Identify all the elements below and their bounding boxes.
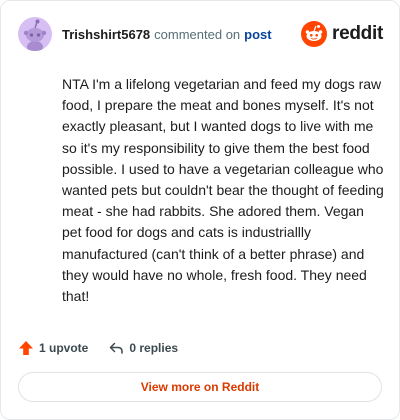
reddit-logo-icon xyxy=(301,21,328,47)
comment-actions: 1 upvote 0 replies xyxy=(18,337,178,359)
view-more-button[interactable]: View more on Reddit xyxy=(18,372,382,402)
reply-arrow-icon xyxy=(110,342,124,354)
comment-header: Trishshirt5678 commented on post reddit xyxy=(18,17,383,51)
snoo-avatar-icon xyxy=(23,19,47,51)
upvote-count: 1 upvote xyxy=(39,341,89,355)
avatar[interactable] xyxy=(18,17,52,51)
replies-button[interactable]: 0 replies xyxy=(108,340,178,356)
post-link[interactable]: post xyxy=(244,27,271,42)
reply-count: 0 replies xyxy=(129,341,179,355)
upvote-button[interactable]: 1 upvote xyxy=(18,340,88,356)
comment-body: NTA I'm a lifelong vegetarian and feed m… xyxy=(62,76,384,305)
brand-wordmark: reddit xyxy=(332,23,383,44)
comment-embed-card: Trishshirt5678 commented on post reddit … xyxy=(0,0,400,420)
commented-on-text: commented on xyxy=(154,26,241,42)
username-link[interactable]: Trishshirt5678 xyxy=(62,27,150,42)
upvote-arrow-icon xyxy=(19,341,33,355)
comment-meta: Trishshirt5678 commented on post xyxy=(62,27,272,42)
reddit-brand-link[interactable]: reddit xyxy=(301,21,383,47)
